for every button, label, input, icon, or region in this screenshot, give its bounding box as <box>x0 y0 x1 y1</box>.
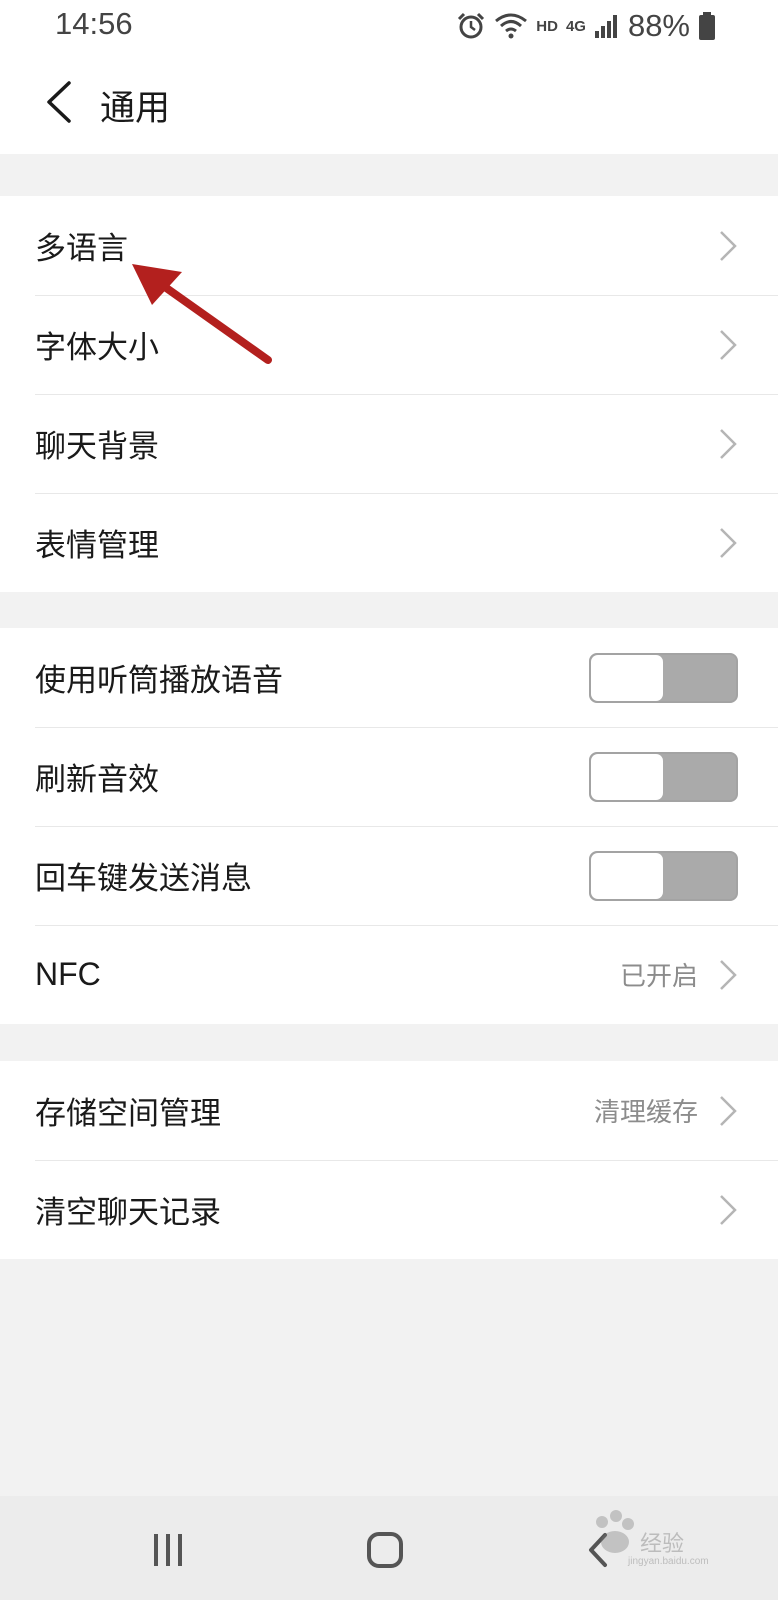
setting-emoji-management[interactable]: 表情管理 <box>0 493 778 592</box>
back-button[interactable] <box>28 72 88 132</box>
chevron-right-icon <box>720 527 737 558</box>
watermark-text: 经验 <box>640 1532 685 1557</box>
page-title: 通用 <box>100 89 171 129</box>
earpiece-playback-toggle[interactable] <box>589 652 738 703</box>
battery-percent: 88% <box>627 8 690 43</box>
setting-chat-background[interactable]: 聊天背景 <box>0 394 778 493</box>
setting-nfc[interactable]: NFC 已开启 <box>0 925 778 1024</box>
chevron-right-icon <box>720 428 737 459</box>
setting-refresh-sound: 刷新音效 <box>0 727 778 826</box>
setting-label: 聊天背景 <box>35 429 159 465</box>
settings-group-display: 多语言 字体大小 聊天背景 表情管理 <box>0 196 778 592</box>
alarm-icon <box>458 12 485 39</box>
setting-label: 存储空间管理 <box>35 1096 221 1132</box>
watermark-url: jingyan.baidu.com <box>628 1556 709 1567</box>
refresh-sound-toggle[interactable] <box>589 751 738 802</box>
chevron-right-icon <box>720 230 737 261</box>
nfc-status: 已开启 <box>619 962 698 992</box>
network-type-indicator: 4G <box>565 17 586 35</box>
setting-label: 字体大小 <box>35 330 159 366</box>
setting-label: 使用听筒播放语音 <box>35 663 283 699</box>
back-arrow-icon <box>47 81 71 123</box>
home-icon <box>367 1532 403 1568</box>
chevron-right-icon <box>720 959 737 990</box>
setting-label: 回车键发送消息 <box>35 861 252 897</box>
enter-to-send-toggle[interactable] <box>589 850 738 901</box>
toggle-knob <box>591 852 663 899</box>
clear-cache-label: 清理缓存 <box>593 1098 698 1128</box>
setting-label: NFC <box>35 956 101 992</box>
status-bar: 14:56 HD 4G 88% <box>0 0 778 52</box>
settings-group-sound: 使用听筒播放语音 刷新音效 回车键发送消息 NFC 已开启 <box>0 628 778 1024</box>
setting-label: 刷新音效 <box>35 762 159 798</box>
recent-apps-icon <box>154 1534 182 1566</box>
setting-label: 多语言 <box>35 231 128 267</box>
home-button[interactable] <box>355 1520 415 1580</box>
setting-clear-chat-history[interactable]: 清空聊天记录 <box>0 1160 778 1259</box>
setting-label: 清空聊天记录 <box>35 1195 221 1231</box>
recent-apps-button[interactable] <box>138 1520 198 1580</box>
toggle-knob <box>591 654 663 701</box>
chevron-right-icon <box>720 329 737 360</box>
signal-icon <box>594 15 617 38</box>
setting-earpiece-playback: 使用听筒播放语音 <box>0 628 778 727</box>
baidu-paw-logo <box>596 1510 634 1553</box>
setting-multilanguage[interactable]: 多语言 <box>0 196 778 295</box>
toggle-knob <box>591 753 663 800</box>
app-header: 通用 <box>0 52 778 154</box>
settings-group-storage: 存储空间管理 清理缓存 清空聊天记录 <box>0 1061 778 1259</box>
chevron-right-icon <box>720 1194 737 1225</box>
setting-enter-to-send: 回车键发送消息 <box>0 826 778 925</box>
wifi-icon <box>495 13 528 39</box>
setting-font-size[interactable]: 字体大小 <box>0 295 778 394</box>
battery-icon <box>699 12 715 40</box>
hd-indicator: HD <box>536 17 558 35</box>
setting-storage-management[interactable]: 存储空间管理 清理缓存 <box>0 1061 778 1160</box>
status-time: 14:56 <box>55 6 133 41</box>
setting-label: 表情管理 <box>35 528 159 564</box>
chevron-right-icon <box>720 1095 737 1126</box>
status-icons: HD 4G 88% <box>456 6 716 46</box>
baidu-jingyan-watermark: 经验 jingyan.baidu.com <box>584 1500 744 1580</box>
